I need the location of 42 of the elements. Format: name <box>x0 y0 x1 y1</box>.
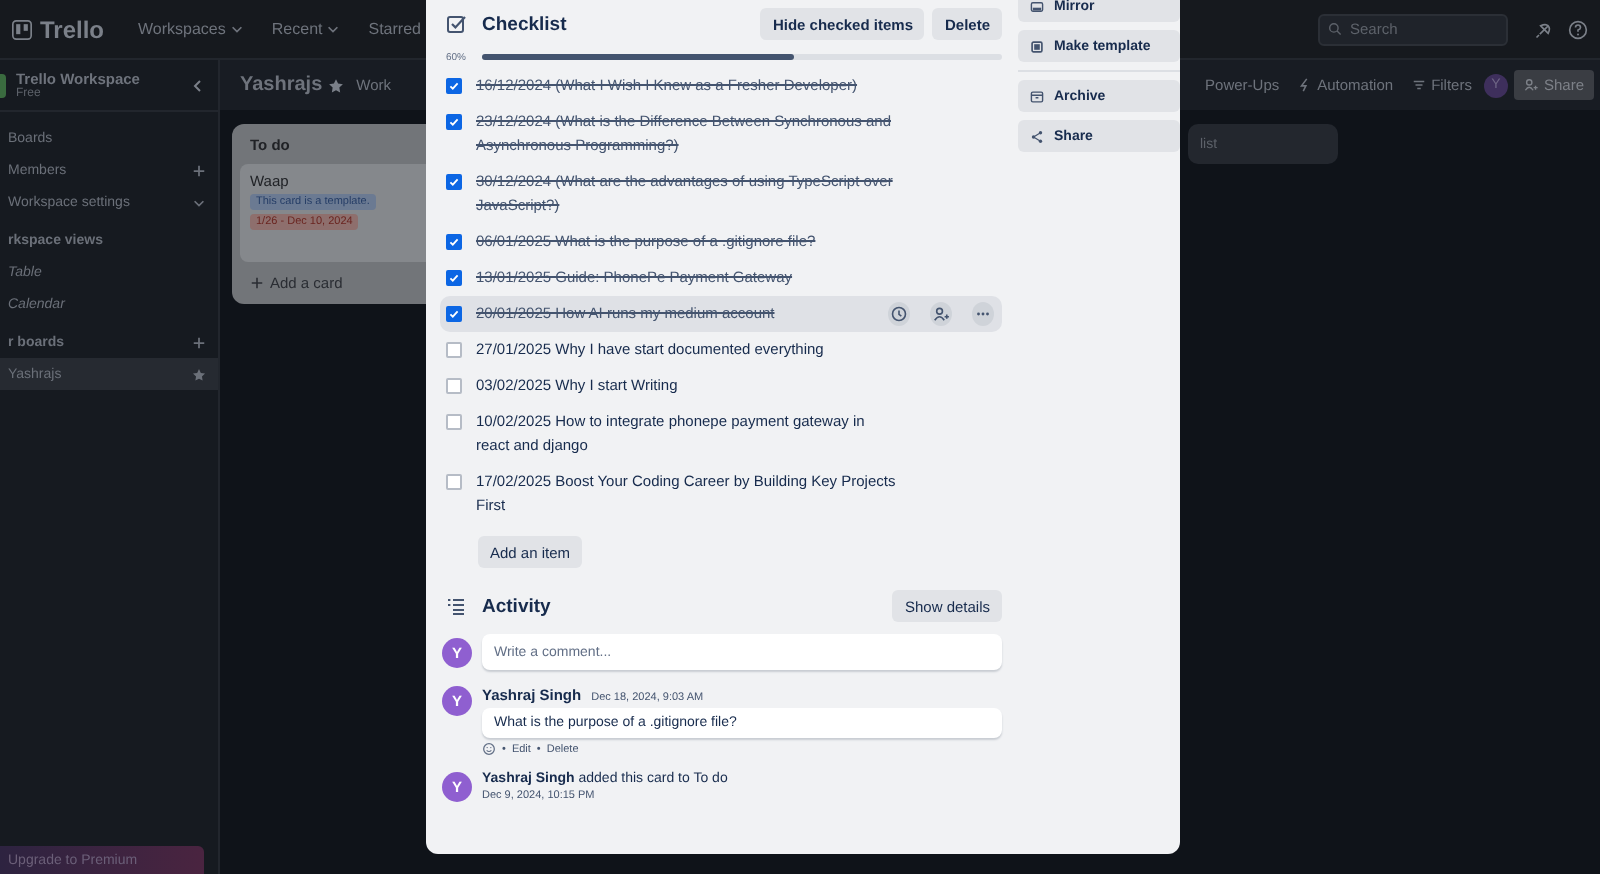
more-options-icon[interactable] <box>972 302 994 326</box>
trello-logo-icon <box>12 19 32 39</box>
star-icon[interactable] <box>192 367 206 381</box>
collapse-icon[interactable] <box>190 77 206 93</box>
notification-icon[interactable] <box>1534 19 1554 39</box>
activity-icon <box>446 596 466 616</box>
add-person-icon[interactable] <box>1523 78 1538 92</box>
workspace-badge-icon <box>0 73 6 97</box>
nav-menu[interactable]: Recent <box>261 16 351 42</box>
app-logo-text[interactable]: Trello <box>40 15 105 43</box>
chevron-down-icon[interactable] <box>326 22 341 36</box>
plus-icon[interactable] <box>192 163 206 177</box>
chevron-down-icon[interactable] <box>192 195 206 209</box>
checkbox[interactable] <box>446 413 462 429</box>
mirror-icon[interactable] <box>1030 0 1044 13</box>
checklist-icon <box>446 14 466 34</box>
checklist-title: Checklist <box>482 13 567 35</box>
checkbox[interactable] <box>446 306 462 322</box>
nav-menu[interactable]: Workspaces <box>128 16 254 42</box>
assign-member-icon[interactable] <box>930 302 952 326</box>
archive-icon[interactable] <box>1030 89 1044 103</box>
due-date-clock-icon[interactable] <box>888 302 910 326</box>
filter-icon[interactable] <box>1411 78 1426 92</box>
checkbox[interactable] <box>446 113 462 129</box>
checkbox[interactable] <box>446 233 462 249</box>
template-icon[interactable] <box>1030 39 1044 53</box>
checkbox[interactable] <box>446 341 462 357</box>
board-title[interactable]: Yashrajs <box>240 74 323 96</box>
checkbox[interactable] <box>446 473 462 489</box>
checkbox[interactable] <box>446 377 462 393</box>
plus-icon[interactable] <box>250 276 264 290</box>
checkbox[interactable] <box>446 173 462 189</box>
emoji-icon[interactable] <box>482 742 496 756</box>
share-icon[interactable] <box>1030 129 1044 143</box>
plus-icon[interactable] <box>192 335 206 349</box>
checkbox[interactable] <box>446 77 462 93</box>
star-icon[interactable] <box>328 77 345 93</box>
checkbox[interactable] <box>446 269 462 285</box>
lightning-icon[interactable] <box>1297 78 1312 92</box>
help-icon[interactable] <box>1568 19 1588 39</box>
chevron-down-icon[interactable] <box>229 22 244 36</box>
activity-title: Activity <box>482 595 551 617</box>
